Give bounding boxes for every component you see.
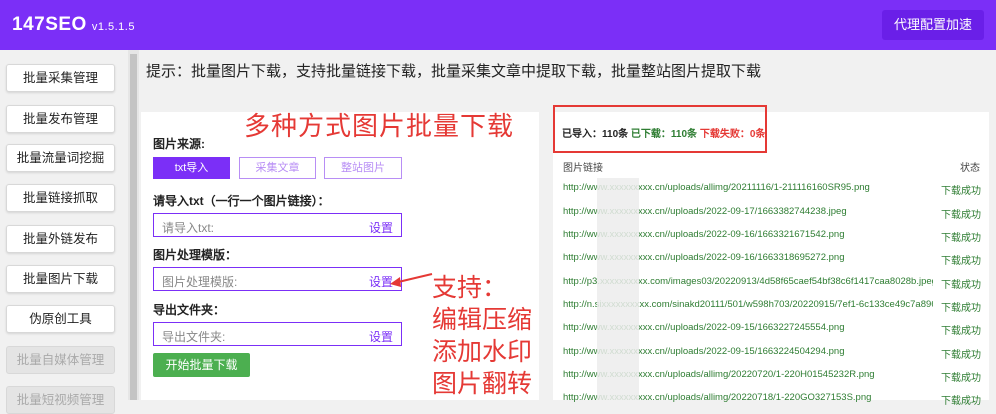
txt-import-label: 请导入txt（一行一个图片链接）： — [153, 194, 330, 208]
table-row-status: 下载成功 — [941, 326, 981, 337]
sidebar-item-batch-publish[interactable]: 批量发布管理 — [6, 105, 115, 133]
txt-import-field[interactable]: 请导入txt: 设置 — [153, 213, 402, 237]
annotation-arrow-icon — [390, 273, 433, 287]
annotation-main: 多种方式图片批量下载 — [244, 111, 515, 141]
sidebar-item-media-manage: 批量自媒体管理 — [6, 346, 115, 374]
tab-collect-articles[interactable]: 采集文章 — [239, 157, 316, 179]
table-row-status: 下载成功 — [941, 350, 981, 361]
column-header-status: 状态 — [960, 163, 980, 174]
page-hint: 提示：批量图片下载，支持批量链接下载，批量采集文章中提取下载，批量整站图片提取下… — [146, 63, 762, 80]
scrollbar-thumb[interactable] — [130, 54, 137, 400]
sidebar-item-backlink-publish[interactable]: 批量外链发布 — [6, 225, 115, 253]
annotation-side-3: 添加水印 — [432, 338, 533, 366]
export-folder-field[interactable]: 导出文件夹: 设置 — [153, 322, 402, 346]
table-row-status: 下载成功 — [941, 210, 981, 221]
redaction-blur — [597, 178, 639, 400]
app-brand: 147SEO v1.5.1.5 — [12, 14, 135, 36]
table-row-status: 下载成功 — [941, 256, 981, 267]
start-download-button[interactable]: 开始批量下载 — [153, 353, 250, 377]
stats-downloaded: 已下载：110条 — [630, 129, 698, 140]
table-row-status: 下载成功 — [941, 303, 981, 314]
top-bar: 147SEO v1.5.1.5 代理配置加速 — [0, 0, 996, 50]
table-row-status: 下载成功 — [941, 233, 981, 244]
proxy-config-button[interactable]: 代理配置加速 — [881, 10, 984, 40]
tab-site-images[interactable]: 整站图片 — [324, 157, 402, 179]
template-label: 图片处理模版： — [153, 248, 238, 262]
template-field[interactable]: 图片处理模版: 设置 — [153, 267, 402, 291]
table-row-status: 下载成功 — [941, 186, 981, 197]
sidebar-item-batch-collect[interactable]: 批量采集管理 — [6, 64, 115, 92]
export-folder-set-button[interactable]: 设置 — [369, 328, 393, 345]
tab-txt-import[interactable]: txt导入 — [153, 157, 230, 179]
sidebar-item-pseudo-original[interactable]: 伪原创工具 — [6, 305, 115, 333]
column-header-link: 图片链接 — [563, 163, 603, 174]
annotation-side-2: 编辑压缩 — [432, 306, 533, 334]
sidebar-item-link-crawl[interactable]: 批量链接抓取 — [6, 184, 115, 212]
annotation-side-4: 图片翻转 — [432, 370, 533, 398]
template-placeholder: 图片处理模版: — [162, 275, 238, 289]
sidebar-scrollbar[interactable] — [128, 50, 139, 400]
export-folder-label: 导出文件夹： — [153, 303, 226, 317]
export-folder-placeholder: 导出文件夹: — [162, 330, 226, 344]
stats-failed: 下载失败：0条 — [699, 129, 766, 140]
image-source-label: 图片来源: — [153, 137, 205, 151]
stats-imported: 已导入：110条 — [562, 129, 629, 140]
download-stats: 已导入：110条 已下载：110条 下载失败：0条 — [562, 125, 765, 140]
annotation-side-1: 支持： — [432, 274, 508, 302]
txt-import-placeholder: 请导入txt: — [162, 221, 215, 235]
sidebar-item-traffic-keywords[interactable]: 批量流量词挖掘 — [6, 144, 115, 172]
table-row-status: 下载成功 — [941, 280, 981, 291]
sidebar: 批量采集管理 批量发布管理 批量流量词挖掘 批量链接抓取 批量外链发布 批量图片… — [0, 50, 128, 414]
sidebar-item-video-manage: 批量短视频管理 — [6, 386, 115, 414]
sidebar-item-image-download[interactable]: 批量图片下载 — [6, 265, 115, 293]
table-row-status: 下载成功 — [941, 373, 981, 384]
app-version: v1.5.1.5 — [91, 21, 135, 33]
txt-import-set-button[interactable]: 设置 — [369, 219, 393, 236]
app-title: 147SEO — [12, 14, 87, 35]
